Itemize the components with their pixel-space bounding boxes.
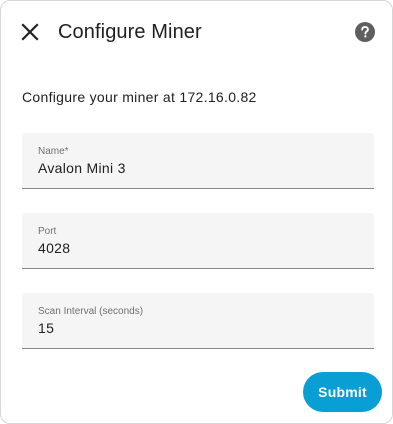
name-input[interactable] [38,159,358,177]
name-field[interactable]: Name* [22,133,374,189]
help-button[interactable] [355,22,375,42]
help-circle-icon [355,22,375,42]
port-field[interactable]: Port [22,213,374,269]
submit-button[interactable]: Submit [303,372,382,412]
dialog-description: Configure your miner at 172.16.0.82 [22,89,257,105]
close-button[interactable] [17,19,43,45]
close-icon [21,23,39,41]
dialog-title: Configure Miner [58,21,202,43]
scan-interval-field[interactable]: Scan Interval (seconds) [22,293,374,349]
port-field-label: Port [38,226,57,237]
port-input[interactable] [38,239,358,257]
name-field-label: Name* [38,146,69,157]
configure-miner-dialog: Configure Miner Configure your miner at … [0,0,393,424]
scan-interval-field-label: Scan Interval (seconds) [38,306,144,317]
scan-interval-input[interactable] [38,319,358,337]
